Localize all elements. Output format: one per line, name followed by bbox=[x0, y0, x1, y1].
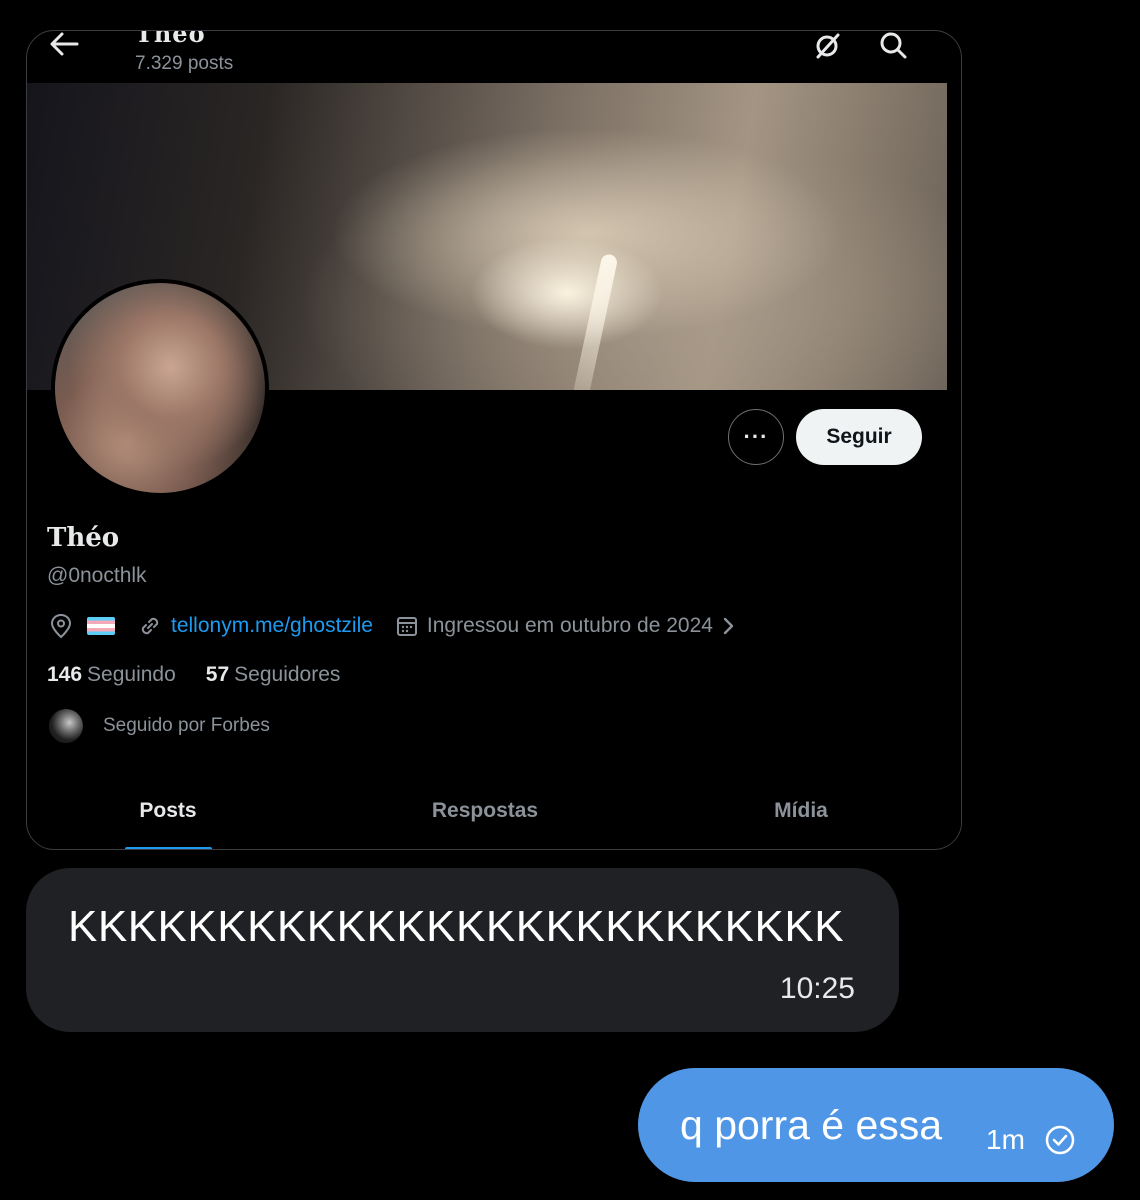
follow-stats: 146 Seguindo 57 Seguidores bbox=[47, 663, 340, 687]
calendar-icon bbox=[396, 617, 417, 636]
shared-profile-card[interactable]: Théo 7.329 posts ··· Seguir Théo @0nocth… bbox=[26, 30, 962, 850]
incoming-message-text: KKKKKKKKKKKKKKKKKKKKKKKKKK bbox=[68, 902, 845, 951]
display-name: Théo bbox=[47, 523, 120, 553]
topbar-title: Théo bbox=[135, 30, 206, 48]
following-count: 146 bbox=[47, 663, 83, 686]
tab-respostas[interactable]: Respostas bbox=[432, 799, 538, 823]
tab-posts[interactable]: Posts bbox=[139, 799, 196, 823]
profile-topbar: Théo 7.329 posts bbox=[27, 31, 961, 83]
profile-tabs: Posts Respostas Mídia bbox=[27, 789, 947, 849]
tab-midia[interactable]: Mídia bbox=[774, 799, 828, 823]
joined-date: Ingressou em outubro de 2024 bbox=[426, 614, 713, 637]
back-arrow-icon[interactable] bbox=[49, 31, 79, 57]
user-handle: @0nocthlk bbox=[47, 564, 147, 587]
outgoing-message-text: q porra é essa bbox=[680, 1102, 943, 1148]
follow-button[interactable]: Seguir bbox=[796, 409, 922, 465]
more-options-button[interactable]: ··· bbox=[728, 409, 784, 465]
outgoing-message-bubble[interactable]: q porra é essa 1m bbox=[638, 1068, 1114, 1182]
link-icon bbox=[141, 617, 159, 635]
banner-light-streak bbox=[571, 252, 619, 390]
profile-avatar[interactable] bbox=[51, 279, 269, 497]
follower-avatar bbox=[49, 709, 83, 743]
website-link[interactable]: tellonym.me/ghostzile bbox=[171, 614, 373, 638]
following-label: Seguindo bbox=[87, 663, 176, 686]
search-icon[interactable] bbox=[878, 31, 908, 61]
trans-flag-icon bbox=[87, 617, 115, 635]
incoming-message-time: 10:25 bbox=[779, 972, 855, 1005]
card-right-edge bbox=[947, 83, 961, 849]
following-stat[interactable]: 146 Seguindo bbox=[47, 663, 176, 687]
followed-by-text: Seguido por Forbes bbox=[103, 715, 270, 736]
followers-count: 57 bbox=[205, 663, 230, 686]
followers-label: Seguidores bbox=[234, 663, 341, 686]
grok-icon[interactable] bbox=[812, 31, 842, 61]
incoming-message-bubble[interactable]: KKKKKKKKKKKKKKKKKKKKKKKKKK 10:25 bbox=[26, 868, 899, 1032]
topbar-post-count: 7.329 posts bbox=[135, 53, 234, 74]
followed-by-row[interactable]: Seguido por Forbes bbox=[49, 709, 270, 743]
outgoing-message-time: 1m bbox=[986, 1124, 1025, 1155]
location-pin-icon bbox=[50, 613, 72, 639]
check-circle-icon bbox=[1045, 1125, 1075, 1155]
chevron-right-icon[interactable] bbox=[719, 614, 739, 638]
active-tab-indicator bbox=[125, 847, 212, 849]
followers-stat[interactable]: 57 Seguidores bbox=[206, 663, 341, 687]
profile-meta-row: tellonym.me/ghostzile Ingressou em outub… bbox=[49, 611, 739, 641]
